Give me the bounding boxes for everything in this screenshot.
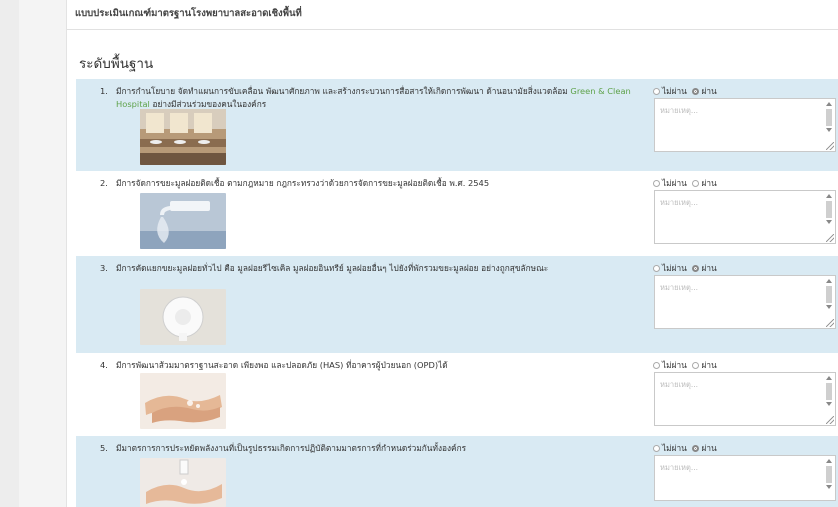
resize-grip-icon[interactable]	[826, 234, 834, 242]
pass-label: ผ่าน	[701, 86, 717, 96]
pass-fail-radio-group: ไม่ผ่าน ผ่าน	[653, 176, 717, 190]
pass-fail-radio-group: ไม่ผ่าน ผ่าน	[653, 84, 717, 98]
fail-radio[interactable]	[653, 180, 660, 187]
automatic-faucet-photo-icon	[140, 193, 226, 249]
soap-dispenser-photo-icon	[140, 458, 226, 507]
resize-grip-icon[interactable]	[826, 142, 834, 150]
fail-label: ไม่ผ่าน	[662, 86, 687, 96]
left-gutter	[0, 0, 19, 507]
criterion-item-2: 2. มีการจัดการขยะมูลฝอยติดเชื้อ ตามกฎหมา…	[76, 171, 838, 256]
resize-grip-icon[interactable]	[826, 416, 834, 424]
remark-textarea[interactable]: หมายเหตุ...	[654, 98, 836, 152]
fail-label: ไม่ผ่าน	[662, 360, 687, 370]
pass-label: ผ่าน	[701, 443, 717, 453]
criterion-text: 4. มีการพัฒนาส้วมมาตราฐานสะอาด เพียงพอ แ…	[100, 360, 448, 370]
fail-radio[interactable]	[653, 265, 660, 272]
resize-grip-icon[interactable]	[826, 319, 834, 327]
pass-fail-radio-group: ไม่ผ่าน ผ่าน	[653, 441, 717, 455]
textarea-scrollbar[interactable]	[826, 459, 832, 499]
section-title: ระดับพื้นฐาน	[79, 56, 154, 72]
textarea-scrollbar[interactable]	[826, 279, 832, 321]
pass-radio[interactable]	[692, 445, 700, 452]
restroom-photo-icon	[140, 109, 226, 165]
criterion-item-5: 5. มีมาตรการการประหยัดพลังงานที่เป็นรูปธ…	[76, 436, 838, 507]
pass-radio[interactable]	[692, 362, 700, 369]
criterion-text: 1. มีการกำนโยบาย จัดทำแผนการขับเคลื่อน พ…	[100, 86, 631, 109]
header-divider	[67, 29, 838, 30]
pass-label: ผ่าน	[701, 263, 717, 273]
pass-radio[interactable]	[692, 180, 700, 187]
criterion-text: 3. มีการคัดแยกขยะมูลฝอยทั่วไป คือ มูลฝอย…	[100, 263, 549, 273]
textarea-scrollbar[interactable]	[826, 102, 832, 144]
textarea-scrollbar[interactable]	[826, 376, 832, 418]
criterion-item-1: 1. มีการกำนโยบาย จัดทำแผนการขับเคลื่อน พ…	[76, 79, 838, 171]
remark-textarea[interactable]: หมายเหตุ...	[654, 275, 836, 329]
fail-radio[interactable]	[653, 362, 660, 369]
tissue-dispenser-photo-icon	[140, 289, 226, 345]
fail-label: ไม่ผ่าน	[662, 443, 687, 453]
hand-washing-photo-icon	[140, 373, 226, 429]
fail-label: ไม่ผ่าน	[662, 263, 687, 273]
form-header: แบบประเมินเกณฑ์มาตรฐานโรงพยาบาลสะอาดเชิง…	[75, 8, 302, 19]
criterion-text: 2. มีการจัดการขยะมูลฝอยติดเชื้อ ตามกฎหมา…	[100, 178, 490, 188]
criterion-item-4: 4. มีการพัฒนาส้วมมาตราฐานสะอาด เพียงพอ แ…	[76, 353, 838, 436]
pass-fail-radio-group: ไม่ผ่าน ผ่าน	[653, 358, 717, 372]
textarea-scrollbar[interactable]	[826, 194, 832, 236]
remark-textarea[interactable]: หมายเหตุ...	[654, 372, 836, 426]
fail-radio[interactable]	[653, 445, 660, 452]
fail-label: ไม่ผ่าน	[662, 178, 687, 188]
remark-textarea[interactable]: หมายเหตุ...	[654, 190, 836, 244]
fail-radio[interactable]	[653, 88, 660, 95]
pass-label: ผ่าน	[701, 360, 717, 370]
remark-textarea[interactable]: หมายเหตุ...	[654, 455, 836, 501]
assessment-panel: แบบประเมินเกณฑ์มาตรฐานโรงพยาบาลสะอาดเชิง…	[66, 0, 838, 507]
pass-radio[interactable]	[692, 88, 700, 95]
pass-label: ผ่าน	[701, 178, 717, 188]
criterion-text: 5. มีมาตรการการประหยัดพลังงานที่เป็นรูปธ…	[100, 443, 467, 453]
pass-radio[interactable]	[692, 265, 700, 272]
criterion-item-3: 3. มีการคัดแยกขยะมูลฝอยทั่วไป คือ มูลฝอย…	[76, 256, 838, 353]
pass-fail-radio-group: ไม่ผ่าน ผ่าน	[653, 261, 717, 275]
